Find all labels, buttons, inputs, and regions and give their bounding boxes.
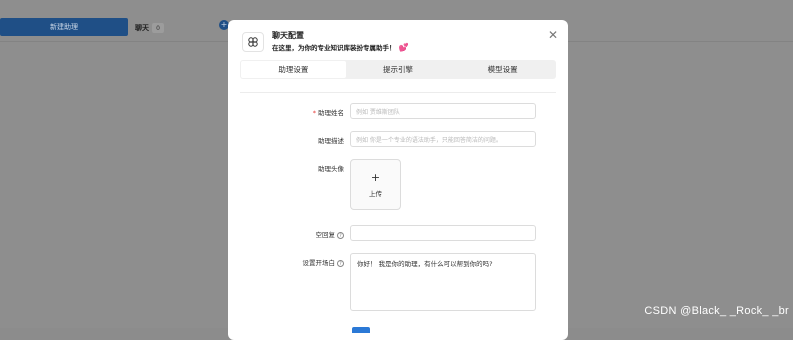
watermark: CSDN @Black_ _Rock_ _br: [644, 305, 789, 317]
chat-label: 聊天: [135, 24, 149, 32]
new-assistant-button[interactable]: 新建助理: [0, 18, 128, 36]
modal-title: 聊天配置: [272, 31, 304, 40]
opening-textarea[interactable]: 你好！ 我是你的助理，有什么可以帮到你的吗?: [350, 253, 536, 311]
section-divider: [240, 92, 556, 93]
name-input[interactable]: 例如 贾维斯团队: [350, 103, 536, 119]
plus-icon: +: [370, 170, 381, 184]
close-icon[interactable]: ✕: [548, 28, 558, 42]
question-icon[interactable]: ?: [337, 231, 344, 239]
required-mark: *: [312, 109, 316, 117]
question-icon[interactable]: ?: [337, 259, 344, 267]
opening-label: 设置开场白?: [244, 257, 344, 267]
opening-label-text: 设置开场白: [302, 259, 336, 267]
desc-input[interactable]: 例如 你是一个专业的语法助手，只能回答简洁的问题。: [350, 131, 536, 147]
modal-subtitle-text: 在这里，为你的专业知识库装扮专属助手！: [272, 44, 396, 52]
tab-assistant-settings[interactable]: 助理设置: [241, 61, 346, 78]
avatar-label: 助理头像: [318, 165, 344, 173]
tab-model-settings[interactable]: 模型设置: [450, 61, 555, 78]
desc-label: 助理描述: [318, 137, 344, 145]
name-label-text: 助理姓名: [318, 109, 344, 117]
chat-config-modal: 聊天配置 在这里，为你的专业知识库装扮专属助手！ 💕 ✕ 助理设置 提示引擎 模型…: [228, 20, 568, 340]
empty-reply-input[interactable]: [350, 225, 536, 241]
tab-prompt-engine[interactable]: 提示引擎: [346, 61, 451, 78]
heart-icon: 💕: [398, 43, 409, 52]
upload-label: 上传: [369, 189, 382, 198]
avatar-upload[interactable]: + 上传: [350, 159, 401, 210]
empty-reply-label-text: 空回复: [315, 231, 336, 239]
name-label: * 助理姓名: [244, 107, 344, 117]
empty-reply-label: 空回复?: [244, 229, 344, 239]
config-tabs: 助理设置 提示引擎 模型设置: [240, 60, 556, 79]
chat-count-badge: 0: [152, 23, 164, 33]
modal-subtitle: 在这里，为你的专业知识库装扮专属助手！ 💕: [272, 42, 408, 52]
assistant-icon: [242, 32, 264, 52]
